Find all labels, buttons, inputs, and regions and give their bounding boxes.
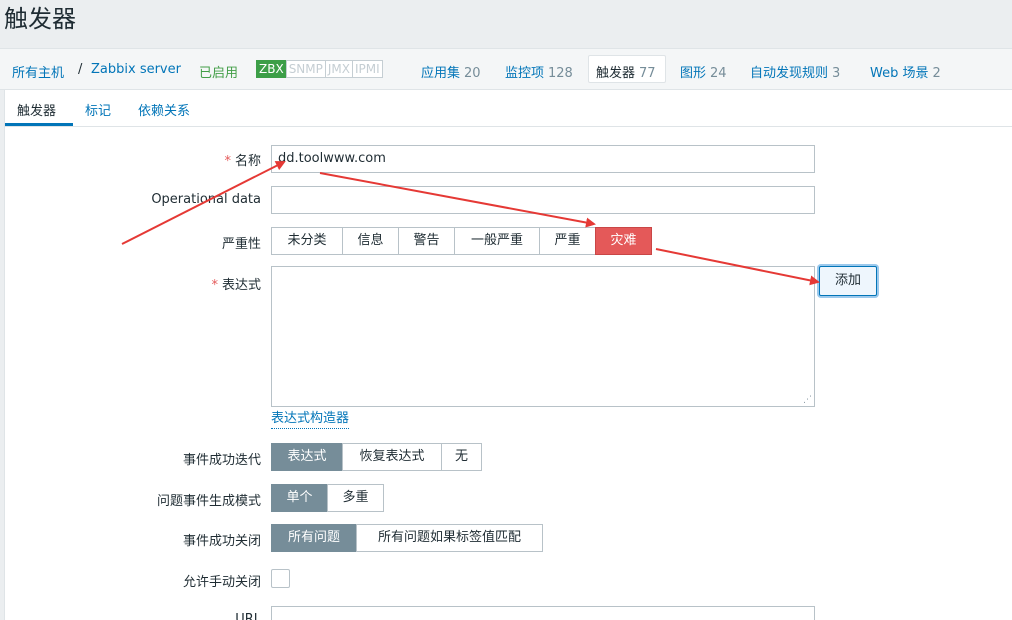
ok-close-label: 事件成功关闭 [182,534,261,549]
host-link[interactable]: Zabbix server [91,62,181,77]
severity-average[interactable]: 一般严重 [454,227,540,255]
nav-discovery-count: 3 [832,66,841,81]
nav-graphs[interactable]: 图形 24 [680,62,727,81]
availability-badges: ZBX SNMP JMX IPMI [256,60,383,78]
required-marker: * [211,278,218,293]
breadcrumb-separator: / [78,62,83,77]
problem-mode-label: 问题事件生成模式 [156,494,261,509]
name-label-text: 名称 [234,154,261,169]
nav-triggers[interactable]: 触发器 77 [596,62,656,81]
problem-mode-selector: 单个 多重 [271,484,384,512]
nav-applications-label: 应用集 [421,66,461,81]
nav-triggers-count: 77 [639,66,656,81]
page-title: 触发器 [4,5,76,33]
ipmi-badge: IPMI [352,60,383,78]
severity-disaster[interactable]: 灾难 [595,227,652,255]
zbx-badge: ZBX [256,60,287,78]
expression-label: * 表达式 [5,274,261,293]
tab-tags[interactable]: 标记 [85,100,111,119]
nav-applications-count: 20 [464,66,481,81]
active-tab-underline [5,123,73,126]
nav-discovery[interactable]: 自动发现规则 3 [750,62,840,81]
nav-items-count: 128 [548,66,573,81]
opdata-input[interactable] [271,186,815,214]
ok-event-recovery-expression[interactable]: 恢复表达式 [342,443,442,471]
expression-label-text: 表达式 [221,278,261,293]
opdata-label: Operational data [151,192,261,207]
problem-mode-single[interactable]: 单个 [271,484,328,512]
nav-web-count: 2 [932,66,941,81]
jmx-badge: JMX [324,60,353,78]
problem-mode-multiple[interactable]: 多重 [327,484,384,512]
name-input[interactable]: dd.toolwww.com [271,145,815,173]
nav-web[interactable]: Web 场景 2 [870,62,941,81]
severity-label: 严重性 [221,237,261,252]
ok-event-expression[interactable]: 表达式 [271,443,343,471]
nav-applications[interactable]: 应用集 20 [421,62,481,81]
snmp-badge: SNMP [285,60,326,78]
ok-close-all-problems[interactable]: 所有问题 [271,524,357,552]
manual-close-checkbox[interactable] [271,569,290,588]
resize-handle-icon[interactable]: ⋰ [803,396,812,405]
ok-event-label: 事件成功迭代 [182,453,261,468]
severity-high[interactable]: 严重 [539,227,596,255]
ok-event-none[interactable]: 无 [441,443,482,471]
manual-close-label: 允许手动关闭 [182,575,261,590]
nav-web-label: Web 场景 [870,66,929,81]
tab-trigger[interactable]: 触发器 [17,100,56,119]
severity-information[interactable]: 信息 [342,227,399,255]
name-label: * 名称 [5,150,261,169]
nav-discovery-label: 自动发现规则 [750,66,829,81]
ok-close-selector: 所有问题 所有问题如果标签值匹配 [271,524,543,552]
expression-builder-link[interactable]: 表达式构造器 [271,410,350,429]
nav-items[interactable]: 监控项 128 [505,62,573,81]
severity-warning[interactable]: 警告 [398,227,455,255]
all-hosts-link[interactable]: 所有主机 [12,62,64,81]
expression-textarea[interactable]: ⋰ [271,266,815,407]
trigger-form-panel: 触发器 标记 依赖关系 * 名称 dd.toolwww.com Operation… [4,90,1012,620]
host-status: 已启用 [199,66,239,81]
nav-graphs-label: 图形 [680,66,707,81]
add-expression-button[interactable]: 添加 [819,266,877,296]
nav-items-label: 监控项 [505,66,545,81]
form-tabs: 触发器 标记 依赖关系 [5,90,1012,127]
ok-close-tag-match[interactable]: 所有问题如果标签值匹配 [356,524,543,552]
url-input[interactable] [271,606,815,620]
host-navigation: 所有主机 / Zabbix server 已启用 ZBX SNMP JMX IP… [0,48,1012,90]
required-marker: * [224,154,231,169]
severity-selector: 未分类 信息 警告 一般严重 严重 灾难 [271,227,652,255]
tab-dependencies[interactable]: 依赖关系 [138,100,190,119]
url-label: URL [235,612,261,620]
nav-triggers-label: 触发器 [596,66,636,81]
severity-not-classified[interactable]: 未分类 [271,227,343,255]
ok-event-selector: 表达式 恢复表达式 无 [271,443,482,471]
nav-graphs-count: 24 [710,66,727,81]
